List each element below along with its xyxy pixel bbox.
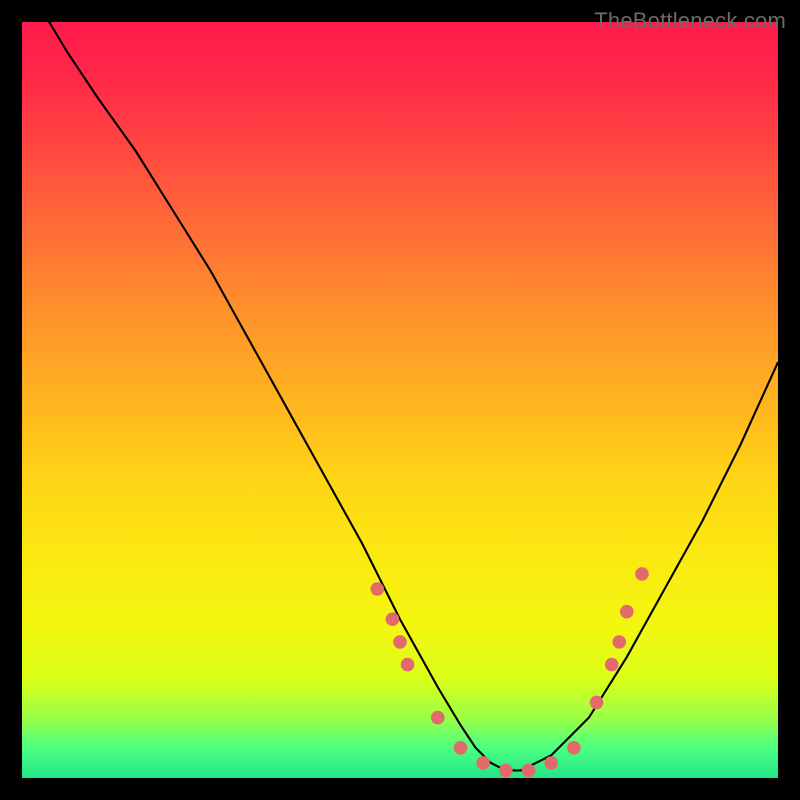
data-point: [371, 582, 385, 596]
data-point: [454, 741, 468, 755]
scatter-points: [371, 567, 649, 777]
data-point: [393, 635, 407, 649]
curve-path: [22, 22, 778, 770]
data-point: [620, 605, 634, 619]
chart-container: TheBottleneck.com: [0, 0, 800, 800]
data-point: [567, 741, 581, 755]
data-point: [522, 764, 536, 778]
data-point: [612, 635, 626, 649]
data-point: [544, 756, 558, 770]
data-point: [590, 696, 604, 710]
watermark-text: TheBottleneck.com: [594, 8, 786, 34]
plot-area: [22, 22, 778, 778]
chart-svg: [22, 22, 778, 778]
data-point: [386, 612, 400, 626]
data-point: [499, 764, 513, 778]
data-point: [635, 567, 649, 581]
data-point: [476, 756, 490, 770]
data-point: [605, 658, 619, 672]
data-point: [401, 658, 415, 672]
data-point: [431, 711, 445, 725]
curve-line: [22, 22, 778, 770]
